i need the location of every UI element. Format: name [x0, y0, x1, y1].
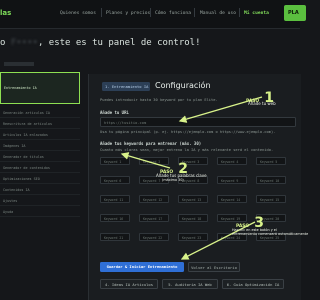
top-navigation-bar: las Quienes somos Planes y precios Cómo …	[0, 0, 306, 29]
sidebar-item[interactable]: Imágenes IA	[0, 141, 80, 151]
nav-manual-uso[interactable]: Manual de uso	[200, 11, 236, 16]
sidebar: Entrenamiento IA Generación artículos IA…	[0, 58, 84, 300]
annotation-step-1-desc: Añade tu web	[248, 101, 276, 106]
keyword-input[interactable]: Keyword 22	[139, 233, 169, 241]
keyword-input[interactable]: Keyword 14	[217, 195, 247, 203]
nav-divider	[239, 8, 240, 17]
keywords-label: Añade tus keywords para entrenar (máx. 3…	[100, 141, 202, 146]
nav-divider	[150, 8, 151, 17]
page-greeting: o F••••, este es tu panel de control!	[0, 38, 201, 48]
sidebar-item-entrenamiento[interactable]: Entrenamiento IA	[0, 72, 80, 104]
keyword-input[interactable]: Keyword 1	[100, 157, 130, 165]
page-title: Configuración	[155, 81, 211, 90]
guia-button-label: 6. Guía Optimización IA	[226, 282, 280, 287]
keyword-input[interactable]: Keyword 12	[139, 195, 169, 203]
keyword-input[interactable]: Keyword 9	[217, 176, 247, 184]
sidebar-item[interactable]: Generador de títulos	[0, 152, 80, 162]
logo[interactable]: las	[0, 9, 11, 17]
sidebar-item[interactable]: Ayuda	[0, 207, 80, 217]
save-button-label: Guardar & Iniciar Entrenamiento	[106, 264, 178, 269]
url-label: Añade tu URL	[100, 110, 129, 115]
nav-quienes-somos[interactable]: Quienes somos	[60, 11, 96, 16]
nav-planes-precios[interactable]: Planes y precios	[106, 11, 150, 16]
keyword-input[interactable]: Keyword 6	[100, 176, 130, 184]
url-help-text: Usa tu página principal (p. ej. https://…	[100, 130, 276, 134]
keyword-input[interactable]: Keyword 17	[139, 214, 169, 222]
nav-mi-cuenta[interactable]: Mi cuenta	[244, 11, 269, 16]
back-button-label: Volver al Escritorio	[191, 265, 237, 270]
keyword-input[interactable]: Keyword 23	[178, 233, 208, 241]
nav-como-funciona[interactable]: Cómo funciona	[155, 11, 191, 16]
auditoria-button-label: 5. Auditoría IA Web	[168, 282, 212, 287]
guia-optimizacion-button[interactable]: 6. Guía Optimización IA	[222, 279, 284, 289]
annotation-step-3-desc-2: entrenamiento comenzará automáticamente	[232, 232, 309, 236]
annotation-step-2-desc-2: (máximo 30)	[162, 178, 184, 182]
sidebar-item[interactable]: Generación artículos IA	[0, 108, 80, 118]
nav-divider	[194, 8, 195, 17]
intro-text: Puedes introducir hasta 30 keyword por t…	[100, 98, 218, 102]
keyword-input[interactable]: Keyword 5	[256, 157, 286, 165]
sidebar-item[interactable]: Ajustes	[0, 196, 80, 206]
sidebar-item[interactable]: Generador de contenidos	[0, 163, 80, 173]
url-input[interactable]: https://tusitio.com	[100, 117, 296, 127]
greeting-suffix: , este es tu panel de control!	[37, 38, 201, 48]
plan-button[interactable]: PLA	[284, 5, 306, 21]
ideas-articulos-button[interactable]: 4. Ideas IA Artículos	[100, 279, 158, 289]
keywords-help-text: Cuanto más claras sean, mejor entrena la…	[100, 148, 274, 152]
keyword-input[interactable]: Keyword 10	[256, 176, 286, 184]
step-chip: 1. Entrenamiento IA	[102, 82, 150, 91]
greeting-prefix: o	[0, 38, 11, 48]
keyword-input[interactable]: Keyword 4	[217, 157, 247, 165]
keyword-input[interactable]: Keyword 15	[256, 195, 286, 203]
sidebar-item[interactable]: Artículos IA enlazados	[0, 130, 80, 140]
keyword-input[interactable]: Keyword 21	[100, 233, 130, 241]
keyword-input[interactable]: Keyword 13	[178, 195, 208, 203]
keyword-input[interactable]: Keyword 16	[100, 214, 130, 222]
nav-divider	[101, 8, 102, 17]
sidebar-item[interactable]: Optimizaciones SEO	[0, 174, 80, 184]
sidebar-header-bar	[4, 62, 34, 66]
save-and-train-button[interactable]: Guardar & Iniciar Entrenamiento	[100, 262, 184, 272]
keyword-input[interactable]: Keyword 18	[178, 214, 208, 222]
keyword-input[interactable]: Keyword 11	[100, 195, 130, 203]
logo-text: las	[0, 9, 12, 17]
sidebar-item[interactable]: Contenidos IA	[0, 185, 80, 195]
auditoria-web-button[interactable]: 5. Auditoría IA Web	[162, 279, 218, 289]
sidebar-item[interactable]: Reescritura de artículos	[0, 119, 80, 129]
user-name-blurred: F••••	[10, 38, 38, 48]
back-to-dashboard-button[interactable]: Volver al Escritorio	[188, 262, 240, 272]
ideas-button-label: 4. Ideas IA Artículos	[104, 282, 153, 287]
